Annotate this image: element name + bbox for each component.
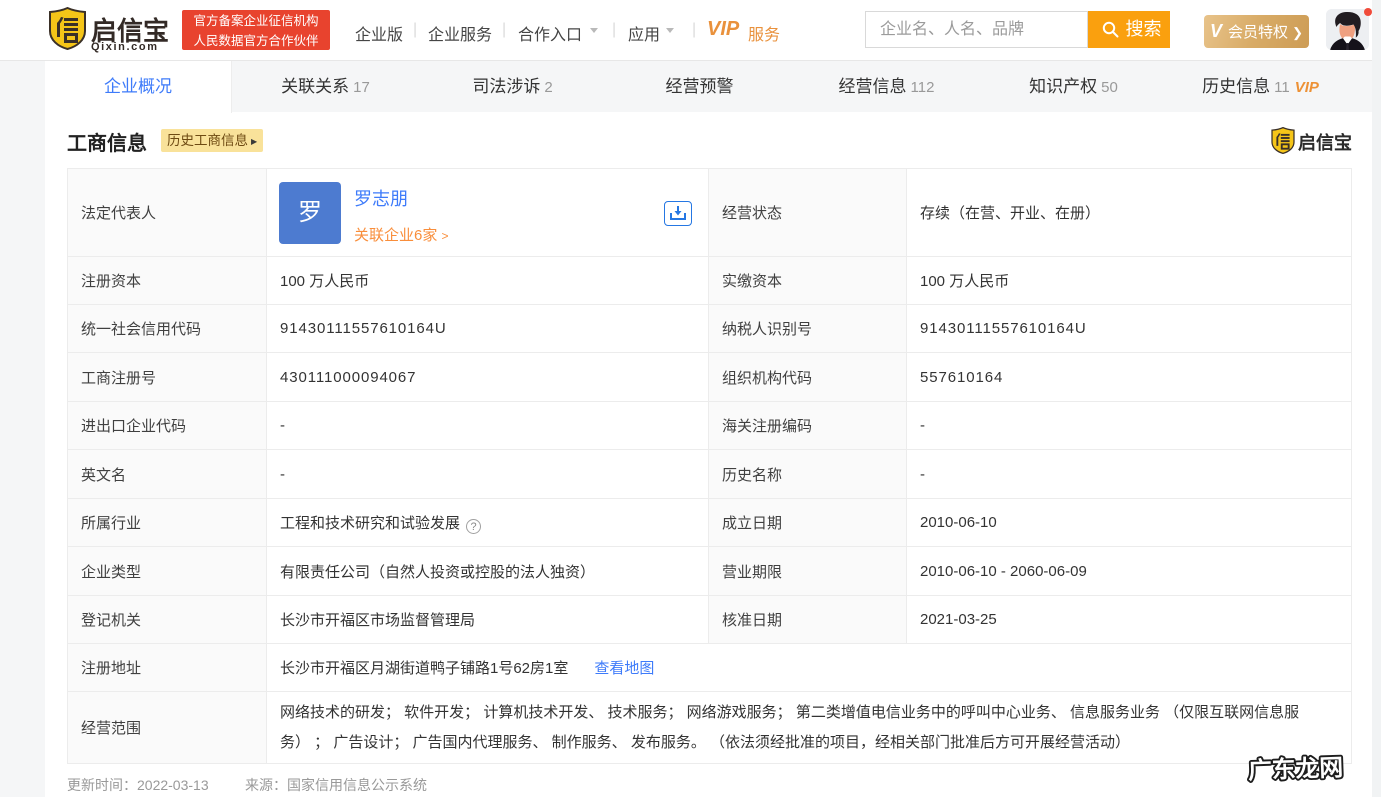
svg-text:广东龙网: 广东龙网: [1248, 753, 1344, 783]
